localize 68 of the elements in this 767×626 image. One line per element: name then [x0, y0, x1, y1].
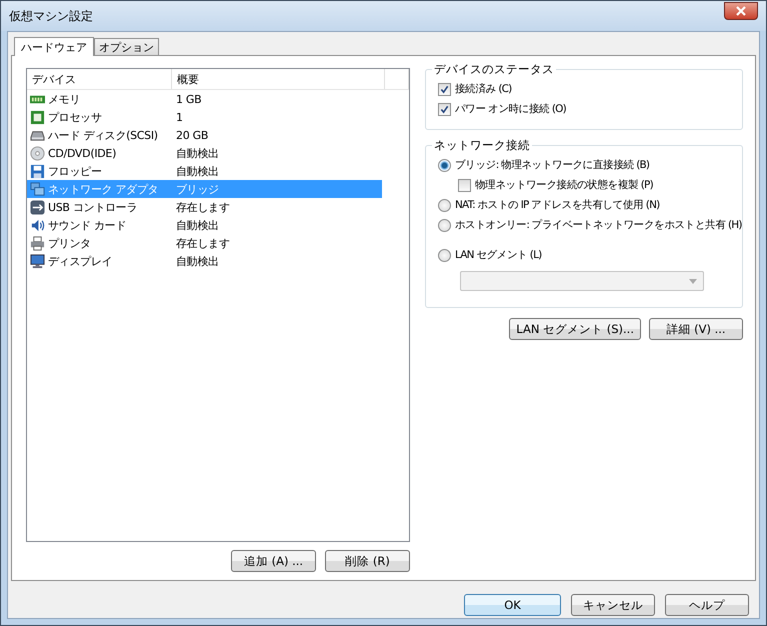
speaker-icon — [30, 218, 45, 232]
list-button[interactable]: 追加 (A) ... — [231, 550, 316, 572]
network-icon — [30, 182, 45, 196]
dialog-button[interactable]: OK — [464, 594, 561, 616]
device-name: サウンド カード — [48, 218, 126, 232]
floppy-icon — [30, 164, 45, 178]
list-button[interactable]: 削除 (R) — [325, 550, 410, 572]
device-row[interactable]: プリンタ 存在します — [27, 234, 382, 252]
device-summary: 存在します — [175, 200, 230, 214]
device-name: ネットワーク アダプタ — [48, 182, 158, 196]
disc-icon — [30, 146, 45, 160]
device-name: プロセッサ — [48, 110, 102, 124]
device-row[interactable]: フロッピー 自動検出 — [27, 162, 382, 180]
device-summary: ブリッジ — [175, 182, 219, 196]
radio-button[interactable] — [438, 198, 451, 212]
device-name: USB コントローラ — [48, 200, 138, 214]
device-row[interactable]: サウンド カード 自動検出 — [27, 216, 382, 234]
option-label: LAN セグメント (L) — [455, 248, 542, 262]
option-label: 物理ネットワーク接続の状態を複製 (P) — [475, 178, 653, 192]
device-name: ハード ディスク(SCSI) — [48, 128, 158, 142]
close-icon — [735, 6, 747, 16]
network-button[interactable]: 詳細 (V) ... — [649, 318, 743, 340]
device-summary: 自動検出 — [175, 254, 219, 268]
device-row[interactable]: ディスプレイ 自動検出 — [27, 252, 382, 270]
column-header[interactable]: デバイス — [27, 69, 172, 89]
close-button[interactable] — [724, 2, 758, 20]
device-summary: 1 — [175, 110, 183, 124]
radio-button[interactable] — [438, 248, 451, 262]
option-label: ブリッジ: 物理ネットワークに直接接続 (B) — [455, 158, 650, 172]
device-name: メモリ — [48, 92, 80, 106]
option-label: 接続済み (C) — [455, 82, 512, 96]
device-summary: 自動検出 — [175, 218, 219, 232]
device-row[interactable]: CD/DVD(IDE) 自動検出 — [27, 144, 382, 162]
network-button[interactable]: LAN セグメント (S)... — [509, 318, 641, 340]
device-name: ディスプレイ — [48, 254, 112, 268]
option-label: NAT: ホストの IP アドレスを共有して使用 (N) — [455, 198, 660, 212]
dropdown-arrow-icon — [689, 278, 697, 284]
radio-button[interactable] — [438, 218, 451, 232]
column-header[interactable]: 概要 — [172, 69, 385, 89]
device-row[interactable]: ハード ディスク(SCSI) 20 GB — [27, 126, 382, 144]
device-row[interactable]: USB コントローラ 存在します — [27, 198, 382, 216]
device-row[interactable]: メモリ 1 GB — [27, 90, 382, 108]
dialog-button[interactable]: ヘルプ — [665, 594, 749, 616]
window-title: 仮想マシン設定 — [9, 8, 93, 24]
group-title: ネットワーク接続 — [433, 139, 531, 153]
device-name: プリンタ — [48, 236, 91, 250]
tab[interactable]: オプション — [94, 38, 159, 55]
checkbox[interactable] — [438, 102, 451, 116]
checkbox[interactable] — [458, 178, 471, 192]
radio-button[interactable] — [438, 158, 451, 172]
device-name: CD/DVD(IDE) — [48, 146, 116, 160]
device-summary: 1 GB — [175, 92, 202, 106]
device-summary: 存在します — [175, 236, 230, 250]
option-label: ホストオンリー: プライベートネットワークをホストと共有 (H) — [455, 218, 742, 232]
dialog-button[interactable]: キャンセル — [571, 594, 655, 616]
device-summary: 20 GB — [175, 128, 208, 142]
group-title: デバイスのステータス — [433, 63, 555, 77]
device-summary: 自動検出 — [175, 146, 219, 160]
monitor-icon — [30, 254, 45, 268]
device-row[interactable]: プロセッサ 1 — [27, 108, 382, 126]
device-summary: 自動検出 — [175, 164, 219, 178]
tab[interactable]: ハードウェア — [14, 37, 94, 56]
processor-icon — [30, 110, 45, 124]
checkbox[interactable] — [438, 82, 451, 96]
device-name: フロッピー — [48, 164, 102, 178]
usb-icon — [30, 200, 45, 214]
option-label: パワー オン時に接続 (O) — [455, 102, 566, 116]
printer-icon — [30, 236, 45, 250]
